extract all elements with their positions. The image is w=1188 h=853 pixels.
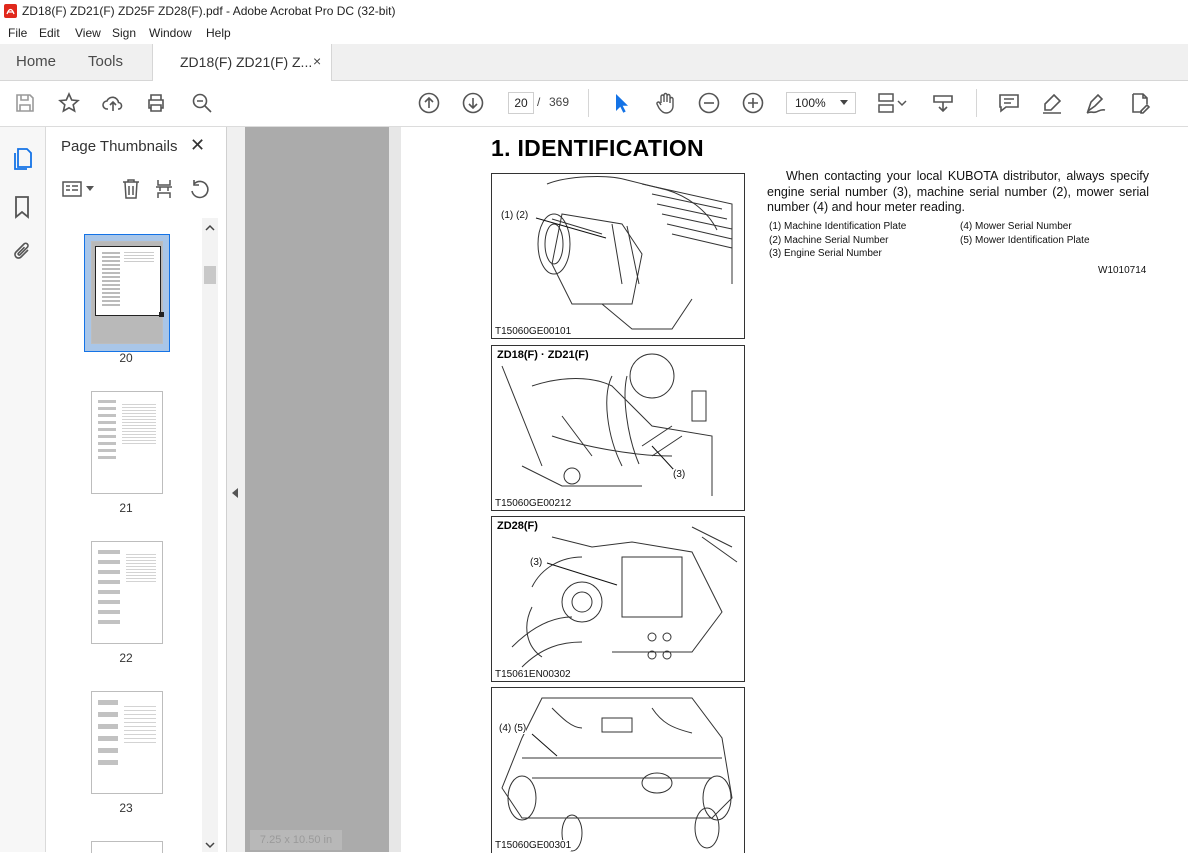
document-tab-label: ZD18(F) ZD21(F) Z... (180, 54, 313, 70)
zoom-in-icon[interactable] (741, 91, 765, 115)
page-display-icon[interactable] (931, 91, 955, 115)
figure-caption: T15060GE00101 (495, 326, 572, 337)
bookmarks-icon[interactable] (13, 195, 31, 219)
figure-callout: (4) (5) (499, 723, 527, 734)
menu-window[interactable]: Window (149, 26, 192, 40)
left-navigation-rail (0, 127, 46, 852)
figure-model-tag: ZD28(F) (497, 520, 538, 532)
menu-edit[interactable]: Edit (39, 26, 60, 40)
figure-model-tag: ZD18(F) · ZD21(F) (497, 349, 589, 361)
mower-illustration (501, 697, 733, 852)
thumbnail-options-icon[interactable] (62, 180, 82, 198)
menu-file[interactable]: File (8, 26, 27, 40)
figure-engine-zd28: ZD28(F) (3) T15061EN00302 (491, 516, 745, 682)
zoom-out-icon[interactable] (697, 91, 721, 115)
zoom-level-select[interactable]: 100% (786, 92, 856, 114)
intro-paragraph: When contacting your local KUBOTA distri… (767, 169, 1149, 214)
highlight-pen-icon[interactable] (1040, 91, 1064, 115)
thumbnail-label: 23 (119, 801, 133, 815)
menu-help[interactable]: Help (206, 26, 231, 40)
legend-item: (1) Machine Identification Plate (769, 221, 907, 232)
delete-page-icon[interactable] (121, 178, 141, 200)
hand-tool-icon[interactable] (653, 91, 677, 115)
thumbnail-page-23[interactable] (91, 691, 163, 794)
thumbnail-label: 21 (119, 501, 133, 515)
tab-document[interactable]: ZD18(F) ZD21(F) Z... × (152, 44, 332, 81)
menu-sign[interactable]: Sign (112, 26, 136, 40)
legend-item: (4) Mower Serial Number (960, 221, 1072, 232)
page-separator: / (537, 95, 541, 109)
page-number-input[interactable]: 20 (508, 92, 534, 114)
attachments-icon[interactable] (11, 240, 33, 264)
toolbar-divider (976, 89, 977, 117)
figure-callout: (3) (530, 557, 543, 568)
cloud-upload-icon[interactable] (101, 91, 125, 115)
scroll-up-icon[interactable] (205, 224, 215, 231)
scrolling-mode-icon[interactable] (876, 91, 910, 115)
figure-caption: T15060GE00301 (495, 840, 572, 851)
scrollbar-thumb[interactable] (204, 266, 216, 284)
toolbar-divider (588, 89, 589, 117)
collapse-panel-icon[interactable] (232, 488, 239, 498)
figure-engine-zd18-zd21: ZD18(F) · ZD21(F) (3) T15060GE00212 (491, 345, 745, 511)
page-thumbnails-panel: Page Thumbnails ✕ 20 21 22 23 (46, 127, 226, 853)
page-thumbnails-icon[interactable] (12, 147, 34, 171)
chevron-down-icon (840, 100, 848, 105)
close-panel-icon[interactable]: ✕ (190, 135, 205, 156)
window-title: ZD18(F) ZD21(F) ZD25F ZD28(F).pdf - Adob… (22, 4, 396, 18)
next-page-icon[interactable] (461, 91, 485, 115)
engine-illustration (511, 526, 738, 668)
close-tab-icon[interactable]: × (313, 53, 321, 69)
tab-tools[interactable]: Tools (88, 44, 123, 80)
page-size-indicator: 7.25 x 10.50 in (250, 830, 342, 850)
thumbnail-label: 22 (119, 651, 133, 665)
thumbnails-scrollbar[interactable] (202, 218, 218, 852)
figure-callout: (1) (2) (501, 210, 529, 221)
title-bar: ZD18(F) ZD21(F) ZD25F ZD28(F).pdf - Adob… (0, 0, 1188, 22)
chevron-down-icon[interactable] (86, 186, 94, 192)
menu-bar: File Edit View Sign Window Help (0, 22, 1188, 45)
thumbnail-page-21[interactable] (91, 391, 163, 494)
thumbnail-page-22[interactable] (91, 541, 163, 644)
menu-view[interactable]: View (75, 26, 101, 40)
legend-item: (5) Mower Identification Plate (960, 235, 1090, 246)
zoom-level-value: 100% (795, 96, 826, 110)
panel-title: Page Thumbnails (61, 138, 178, 155)
bookmark-star-icon[interactable] (57, 91, 81, 115)
reference-code: W1010714 (1098, 265, 1147, 276)
rotate-page-icon[interactable] (189, 178, 209, 200)
engine-illustration (501, 353, 713, 496)
save-icon[interactable] (13, 91, 37, 115)
select-arrow-icon[interactable] (609, 91, 633, 115)
thumbnail-page-24[interactable] (91, 841, 163, 853)
machine-illustration (535, 176, 733, 330)
legend-item: (2) Machine Serial Number (769, 235, 889, 246)
figure-mower-deck: (4) (5) T15060GE00301 (491, 687, 745, 853)
figure-machine-plate: (1) (2) T15060GE00101 (491, 173, 745, 339)
legend-item: (3) Engine Serial Number (769, 248, 882, 259)
print-icon[interactable] (144, 91, 168, 115)
zoom-search-icon[interactable] (190, 91, 214, 115)
tab-bar: Home Tools ZD18(F) ZD21(F) Z... × (0, 44, 1188, 81)
thumbnail-page-20[interactable] (91, 241, 164, 344)
thumbnail-label: 20 (119, 351, 133, 365)
toolbar: 20 / 369 100% (0, 81, 1188, 127)
total-pages: 369 (549, 95, 570, 109)
previous-page-icon[interactable] (417, 91, 441, 115)
scroll-down-icon[interactable] (205, 842, 215, 849)
acrobat-app-icon (4, 4, 17, 18)
figure-callout: (3) (673, 469, 686, 480)
panel-splitter[interactable] (226, 127, 246, 852)
figure-caption: T15060GE00212 (495, 498, 572, 509)
page-heading: 1. IDENTIFICATION (491, 135, 704, 161)
figure-caption: T15061EN00302 (495, 669, 571, 680)
sign-pen-icon[interactable] (1084, 91, 1108, 115)
fill-and-sign-icon[interactable] (1128, 91, 1152, 115)
comment-icon[interactable] (997, 91, 1021, 115)
extract-pages-icon[interactable] (154, 178, 174, 200)
tab-home[interactable]: Home (16, 44, 56, 80)
